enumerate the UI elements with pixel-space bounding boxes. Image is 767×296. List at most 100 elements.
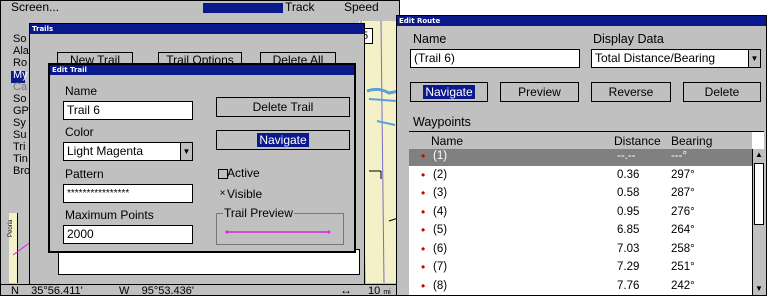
route-navigate-button[interactable]: Navigate xyxy=(410,82,488,102)
scroll-thumb[interactable] xyxy=(754,163,764,225)
table-row[interactable]: • (5) 6.85 264° xyxy=(409,223,753,240)
edit-trail-title: Edit Trail xyxy=(50,65,354,75)
trail-pattern-value: **************** xyxy=(67,188,130,199)
visible-label: Visible xyxy=(227,187,263,201)
menu-item-sun[interactable]: Su xyxy=(13,129,26,141)
menu-item-time[interactable]: Tin xyxy=(13,153,28,165)
display-data-label: Display Data xyxy=(593,32,664,46)
visible-checkbox[interactable]: × xyxy=(218,189,227,199)
trail-preview-line xyxy=(225,230,331,234)
table-row[interactable]: • (6) 7.03 258° xyxy=(409,242,753,259)
menu-item-trip[interactable]: Tri xyxy=(13,141,25,153)
waypoint-bearing: 264° xyxy=(671,224,695,236)
trail-preview-box: Trail Preview xyxy=(216,206,344,245)
col-name-header: Name xyxy=(431,134,464,148)
trail-color-label: Color xyxy=(65,125,94,139)
waypoint-bullet-icon: • xyxy=(421,149,426,163)
trail-name-value: Trail 6 xyxy=(67,103,100,117)
delete-trail-label: Delete Trail xyxy=(252,100,314,114)
menu-item-gps[interactable]: GP xyxy=(13,105,29,117)
trail-color-select[interactable]: Light Magenta ▼ xyxy=(63,142,193,161)
menu-item-sonar[interactable]: So xyxy=(13,33,26,45)
menu-item-system[interactable]: Sy xyxy=(13,117,26,129)
route-preview-button[interactable]: Preview xyxy=(500,82,579,102)
waypoint-name: (8) xyxy=(433,279,448,292)
waypoint-bullet-icon: • xyxy=(421,278,426,293)
waypoints-table: Name Distance Bearing • (1) --.-- ---° • (2) 0… xyxy=(409,131,765,296)
trail-color-value: Light Magenta xyxy=(67,144,144,158)
waypoint-bullet-icon: • xyxy=(421,260,426,274)
waypoint-name: (5) xyxy=(433,224,448,236)
waypoint-bearing: 287° xyxy=(671,187,695,199)
table-row[interactable]: • (1) --.-- ---° xyxy=(409,149,753,166)
trail-name-label: Name xyxy=(65,84,98,98)
waypoint-name: (1) xyxy=(433,150,448,162)
menu-item-sonar-2[interactable]: So xyxy=(13,93,26,105)
waypoint-name: (7) xyxy=(433,261,448,273)
trails-dialog-title: Trails xyxy=(30,24,364,34)
delete-trail-button[interactable]: Delete Trail xyxy=(216,97,350,117)
screen-menu-item[interactable]: Screen... xyxy=(11,1,59,14)
route-reverse-button[interactable]: Reverse xyxy=(591,82,671,102)
trails-screen: Screen... Track Speed 5 So Ala Ro My Ca … xyxy=(0,0,400,296)
route-name-input[interactable]: (Trail 6) xyxy=(410,49,580,68)
edit-route-title: Edit Route xyxy=(397,16,766,26)
route-delete-button[interactable]: Delete xyxy=(683,82,761,102)
chevron-down-icon: ▼ xyxy=(755,284,763,293)
map-scale: 10 mi xyxy=(368,285,391,295)
edit-route-screen: Edit Route Name (Trail 6) Display Data T… xyxy=(396,15,767,296)
max-points-input[interactable]: 2000 xyxy=(63,225,193,244)
trail-navigate-label: Navigate xyxy=(257,133,309,147)
waypoint-distance: 7.76 xyxy=(617,279,640,292)
menu-item-cancel[interactable]: Ca xyxy=(13,81,27,93)
map-water xyxy=(360,21,399,283)
waypoint-bullet-icon: • xyxy=(421,223,426,237)
menu-item-my-trails[interactable]: My xyxy=(13,69,28,81)
waypoint-distance: 6.85 xyxy=(617,224,640,236)
chevron-down-icon: ▼ xyxy=(748,50,760,67)
display-data-value: Total Distance/Bearing xyxy=(595,51,716,65)
table-row[interactable]: • (3) 0.58 287° xyxy=(409,186,753,203)
waypoint-name: (6) xyxy=(433,242,448,255)
speed-header: Speed xyxy=(344,0,379,14)
waypoint-name: (4) xyxy=(433,205,448,218)
table-row[interactable]: • (4) 0.95 276° xyxy=(409,205,753,222)
longitude-readout: W 95°53.436' xyxy=(119,285,194,296)
waypoint-bullet-icon: • xyxy=(421,241,426,256)
edit-trail-dialog: Edit Trail Name Trail 6 Color Light Mage… xyxy=(48,63,356,253)
waypoint-distance: --.-- xyxy=(617,150,636,162)
map-view[interactable] xyxy=(359,21,399,283)
route-delete-label: Delete xyxy=(704,85,740,99)
trail-pattern-input[interactable]: **************** xyxy=(63,184,193,203)
trail-navigate-button[interactable]: Navigate xyxy=(216,130,350,150)
table-row[interactable]: • (2) 0.36 297° xyxy=(409,168,753,185)
trail-name-input[interactable]: Trail 6 xyxy=(63,101,193,120)
chevron-up-icon: ▲ xyxy=(755,150,763,159)
waypoint-distance: 7.29 xyxy=(617,261,640,273)
waypoint-bearing: ---° xyxy=(671,150,688,162)
waypoint-bullet-icon: • xyxy=(421,186,426,200)
scroll-down-arrow[interactable]: ▼ xyxy=(753,283,765,295)
route-name-label: Name xyxy=(413,32,447,46)
table-row[interactable]: • (7) 7.29 251° xyxy=(409,260,753,277)
menu-item-routes[interactable]: Ro xyxy=(13,57,27,69)
scroll-up-arrow[interactable]: ▲ xyxy=(753,149,765,161)
waypoint-bullet-icon: • xyxy=(421,204,426,219)
route-preview-label: Preview xyxy=(518,85,561,99)
menu-item-alarms[interactable]: Ala xyxy=(13,45,29,57)
visible-check-icon: × xyxy=(219,188,226,199)
col-distance-header: Distance xyxy=(614,134,661,148)
trail-pattern-label: Pattern xyxy=(65,167,104,181)
menu-item-browse[interactable]: Bro xyxy=(13,165,30,177)
waypoint-name: (2) xyxy=(433,168,448,181)
waypoint-bullet-icon: • xyxy=(421,167,426,182)
waypoints-scrollbar[interactable]: ▲ ▼ xyxy=(752,149,765,295)
display-data-select[interactable]: Total Distance/Bearing ▼ xyxy=(591,49,761,68)
latitude-readout: N 35°56.411' xyxy=(11,285,83,296)
waypoint-bearing: 276° xyxy=(671,205,695,218)
waypoints-header: Name Distance Bearing xyxy=(409,132,752,149)
waypoint-distance: 7.03 xyxy=(617,242,640,255)
waypoint-bearing: 242° xyxy=(671,279,695,292)
table-row[interactable]: • (8) 7.76 242° xyxy=(409,279,753,296)
waypoint-bearing: 258° xyxy=(671,242,695,255)
